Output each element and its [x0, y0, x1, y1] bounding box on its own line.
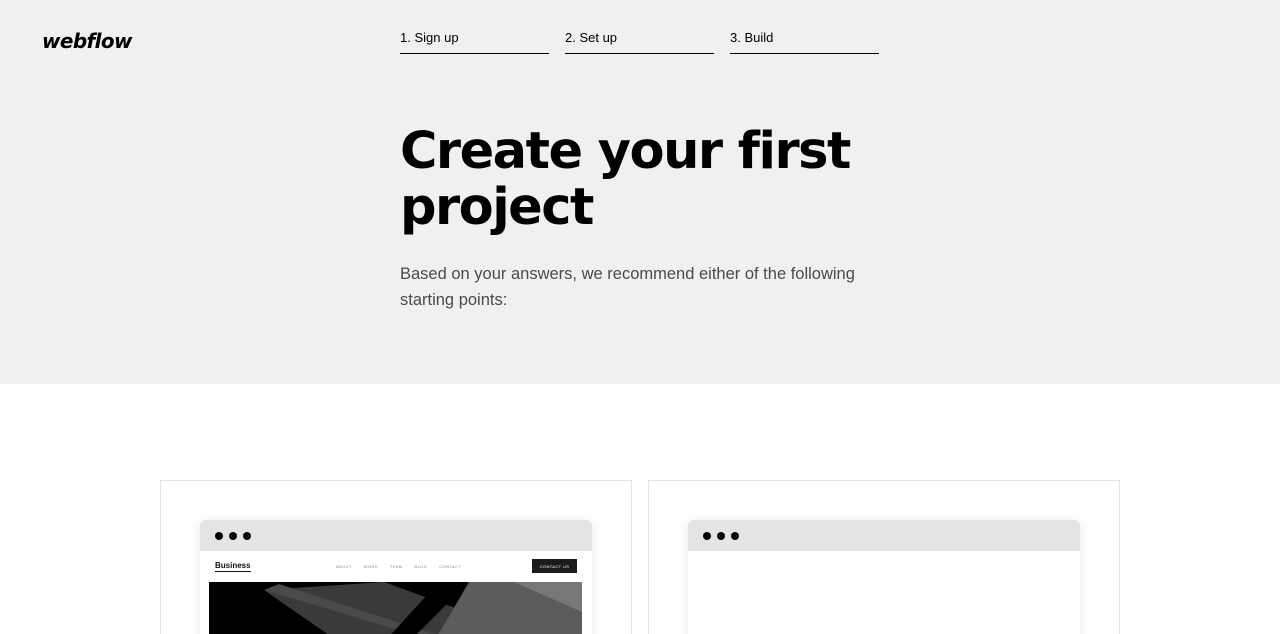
step-set-up[interactable]: 2. Set up	[565, 29, 714, 54]
browser-bar	[688, 520, 1080, 551]
preview-hero-graphic	[209, 582, 582, 634]
browser-bar	[200, 520, 592, 551]
window-dot-icon	[215, 531, 223, 540]
step-build[interactable]: 3. Build	[730, 29, 879, 54]
window-dot-icon	[229, 531, 237, 540]
preview-nav-about: ABOUT	[336, 564, 352, 569]
preview-nav-blog: BLOG	[414, 564, 428, 569]
window-dot-icon	[243, 531, 251, 540]
preview-nav-links: ABOUT WORK TEAM BLOG CONTACT	[336, 564, 461, 569]
preview-contact-button: CONTACT US	[532, 559, 577, 573]
progress-steps: 1. Sign up 2. Set up 3. Build	[400, 29, 879, 54]
preview-nav-work: WORK	[363, 564, 378, 569]
browser-mockup: Business ABOUT WORK TEAM BLOG CONTACT CO…	[200, 520, 592, 634]
window-dot-icon	[703, 531, 711, 540]
preview-site-name: Business	[215, 561, 251, 572]
preview-nav-team: TEAM	[389, 564, 403, 569]
webflow-logo[interactable]: webflow	[42, 29, 133, 53]
step-sign-up[interactable]: 1. Sign up	[400, 29, 549, 54]
page-title: Create your first project	[400, 122, 851, 237]
browser-mockup	[688, 520, 1080, 634]
window-dot-icon	[731, 531, 739, 540]
window-dot-icon	[717, 531, 725, 540]
hero-section: webflow 1. Sign up 2. Set up 3. Build Cr…	[0, 0, 1280, 384]
preview-navbar: Business ABOUT WORK TEAM BLOG CONTACT CO…	[200, 551, 592, 582]
preview-nav-contact: CONTACT	[439, 564, 462, 569]
template-card-business[interactable]: Business ABOUT WORK TEAM BLOG CONTACT CO…	[160, 480, 632, 634]
page-subtitle: Based on your answers, we recommend eith…	[400, 265, 855, 309]
template-card-blank[interactable]	[648, 480, 1120, 634]
preview-hero-image	[209, 582, 582, 634]
